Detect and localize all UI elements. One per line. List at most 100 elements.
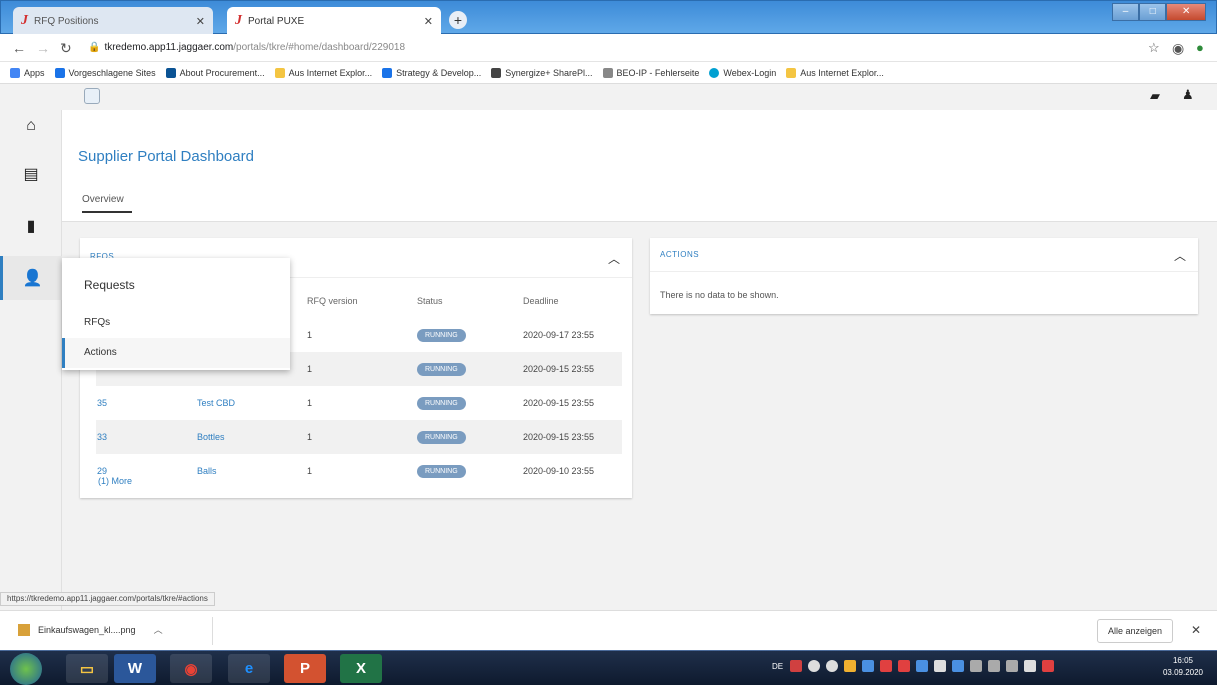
tray-icon[interactable]	[808, 660, 820, 672]
star-icon[interactable]: ☆	[1148, 40, 1160, 56]
powerpoint-icon[interactable]: P	[284, 654, 326, 683]
tray-icon[interactable]	[952, 660, 964, 672]
app-topbar: ▰ ♟	[0, 84, 1217, 110]
status-url: https://tkredemo.app11.jaggaer.com/porta…	[0, 592, 215, 606]
tab-overview[interactable]: Overview	[82, 194, 132, 213]
chrome-icon[interactable]: ◉	[170, 654, 212, 683]
table-row[interactable]: 35 Test CBD 1 RUNNING 2020-09-15 23:55	[96, 386, 622, 420]
home-icon[interactable]: ⌂	[0, 104, 62, 148]
rfq-name[interactable]: Bottles	[196, 420, 306, 454]
tray-icon[interactable]	[1024, 660, 1036, 672]
tray-icon[interactable]	[862, 660, 874, 672]
bookmark-item[interactable]: BEO-IP - Fehlerseite	[602, 67, 699, 78]
menu-item-rfqs[interactable]: RFQs	[62, 308, 290, 338]
bookmark-item[interactable]: Aus Internet Explor...	[786, 67, 884, 78]
bookmark-item[interactable]: Aus Internet Explor...	[274, 67, 372, 78]
tray-icon[interactable]	[970, 660, 982, 672]
tab-portal-puxe[interactable]: J Portal PUXE ✕	[227, 7, 441, 35]
window-controls: – □ ✕	[1112, 3, 1206, 21]
forward-icon[interactable]: →	[36, 40, 50, 56]
tray-icon[interactable]	[826, 660, 838, 672]
system-clock[interactable]: 16:05 03.09.2020	[1163, 655, 1203, 679]
more-link[interactable]: (1) More	[98, 476, 132, 486]
status-badge: RUNNING	[417, 464, 466, 478]
collapse-icon[interactable]: ︿	[608, 250, 620, 267]
browser-titlebar: J RFQ Positions ✕ J Portal PUXE ✕ + – □ …	[0, 0, 1217, 35]
tray-icon[interactable]	[844, 660, 856, 672]
bookmark-item[interactable]: Webex-Login	[709, 67, 776, 78]
close-icon[interactable]: ✕	[1191, 623, 1201, 637]
rfq-version: 1	[306, 352, 416, 386]
table-row[interactable]: 29 Balls 1 RUNNING 2020-09-10 23:55	[96, 454, 622, 488]
actions-card-header: ACTIONS ︿	[650, 238, 1198, 272]
bookmark-item[interactable]: Strategy & Develop...	[382, 67, 481, 78]
minimize-button[interactable]: –	[1112, 3, 1140, 21]
tray-icon[interactable]	[790, 660, 802, 672]
documents-icon[interactable]: ▮	[0, 204, 62, 248]
logo-icon	[84, 88, 100, 104]
bookmark-icon	[382, 67, 393, 78]
url-path: /portals/tkre/#home/dashboard/229018	[233, 42, 406, 53]
maximize-button[interactable]: □	[1139, 3, 1167, 21]
tray-icon[interactable]	[934, 660, 946, 672]
download-item[interactable]: Einkaufswagen_kl....png ︿	[18, 623, 163, 636]
bookmark-item[interactable]: Synergize+ SharePl...	[491, 67, 593, 78]
rfq-deadline: 2020-09-15 23:55	[522, 352, 622, 386]
bookmark-apps[interactable]: Apps	[10, 67, 45, 78]
url-field[interactable]: 🔒 tkredemo.app11.jaggaer.com/portals/tkre…	[88, 39, 1088, 57]
tray-icon[interactable]	[916, 660, 928, 672]
close-tab-icon[interactable]: ✕	[424, 15, 433, 28]
close-tab-icon[interactable]: ✕	[196, 15, 205, 28]
column-header: Deadline	[523, 296, 559, 306]
menu-title: Requests	[84, 278, 135, 292]
rfq-version: 1	[306, 420, 416, 454]
explorer-icon[interactable]: ▭	[66, 654, 108, 683]
excel-icon[interactable]: X	[340, 654, 382, 683]
folder-icon	[786, 67, 797, 78]
language-indicator[interactable]: DE	[772, 662, 783, 671]
show-all-button[interactable]: Alle anzeigen	[1096, 619, 1173, 643]
start-button[interactable]	[10, 653, 42, 685]
jaggaer-icon: J	[21, 13, 28, 28]
bookmark-icon	[165, 67, 176, 78]
chat-icon[interactable]: ▰	[1150, 88, 1160, 104]
collapse-icon[interactable]: ︿	[1174, 247, 1186, 264]
user-icon[interactable]: ♟	[1182, 87, 1194, 103]
profile-icon[interactable]: ◉	[1172, 40, 1184, 57]
tray-icon[interactable]	[1006, 660, 1018, 672]
tab-label: Portal PUXE	[248, 15, 305, 27]
page-icon	[602, 67, 613, 78]
word-icon[interactable]: W	[114, 654, 156, 683]
rfq-id[interactable]: 35	[96, 386, 196, 420]
tray-icon[interactable]	[880, 660, 892, 672]
apps-icon	[10, 67, 20, 78]
rfq-name[interactable]: Balls	[196, 454, 306, 488]
bookmark-icon	[491, 67, 502, 78]
supplier-icon[interactable]: 👤	[0, 256, 62, 300]
bookmark-item[interactable]: About Procurement...	[165, 67, 265, 78]
menu-item-actions[interactable]: Actions	[62, 338, 290, 368]
window-close-button[interactable]: ✕	[1166, 3, 1206, 21]
extension-icon[interactable]: ●	[1196, 40, 1204, 55]
download-filename: Einkaufswagen_kl....png	[38, 624, 136, 635]
rfq-name[interactable]: Test CBD	[196, 386, 306, 420]
tray-icon[interactable]	[988, 660, 1000, 672]
new-tab-button[interactable]: +	[449, 11, 467, 29]
download-bar: Einkaufswagen_kl....png ︿ Alle anzeigen …	[0, 610, 1217, 650]
ie-icon[interactable]: e	[228, 654, 270, 683]
lock-icon: 🔒	[88, 42, 101, 53]
tab-rfq-positions[interactable]: J RFQ Positions ✕	[13, 7, 213, 35]
table-row[interactable]: 33 Bottles 1 RUNNING 2020-09-15 23:55	[96, 420, 622, 454]
chevron-up-icon[interactable]: ︿	[154, 623, 163, 636]
rfq-deadline: 2020-09-15 23:55	[522, 420, 622, 454]
database-icon[interactable]: ▤	[0, 152, 62, 196]
rfq-id[interactable]: 33	[96, 420, 196, 454]
tray-icon[interactable]	[898, 660, 910, 672]
tab-label: RFQ Positions	[34, 15, 99, 27]
back-icon[interactable]: ←	[12, 40, 26, 56]
reload-icon[interactable]: ↻	[60, 40, 72, 57]
tray-icon[interactable]	[1042, 660, 1054, 672]
bookmark-item[interactable]: Vorgeschlagene Sites	[54, 67, 156, 78]
status-badge: RUNNING	[417, 430, 466, 444]
windows-taskbar: ▭ W ◉ e P X DE 16:05 03.09.2020	[0, 650, 1217, 685]
